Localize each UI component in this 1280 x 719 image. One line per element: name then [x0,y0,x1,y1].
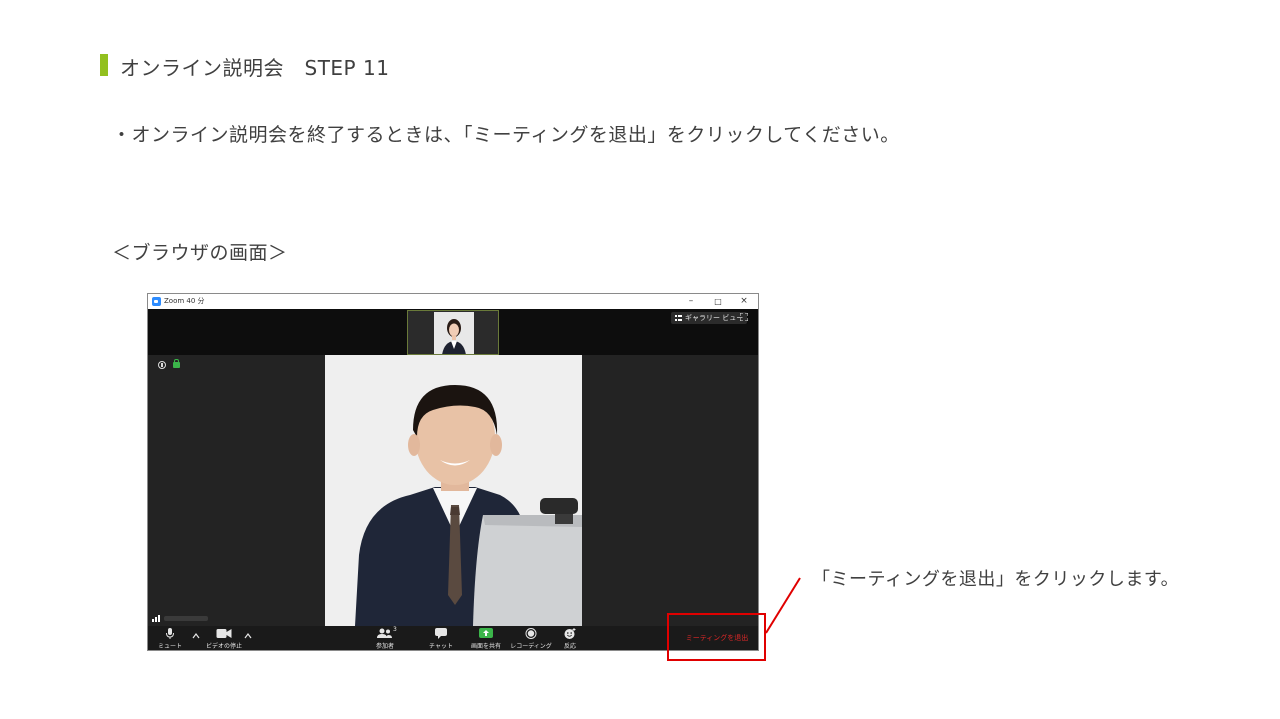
participants-label: 参加者 [375,643,395,650]
video-options-button[interactable] [242,626,254,650]
gallery-view-button[interactable]: ギャラリー ビュー [671,312,748,324]
info-icon[interactable] [158,361,166,369]
leave-button-highlight [667,613,766,661]
participant-thumbnail-image [434,312,474,354]
share-screen-label: 画面を共有 [470,643,502,650]
window-titlebar: Zoom 40 分 – □ × [148,294,758,309]
participant-name-label [164,616,208,621]
participants-icon [377,628,392,638]
chat-button[interactable]: チャット [426,626,456,650]
woman-avatar-icon [434,312,474,354]
video-area [148,355,758,626]
active-speaker-video [325,355,582,626]
reaction-emoji-icon [564,628,576,639]
record-icon [525,628,537,639]
chat-label: チャット [429,643,453,650]
mute-button[interactable]: ミュート [156,626,184,650]
grid-icon [675,315,682,321]
participant-thumbnail[interactable] [407,310,499,355]
microphone-icon [166,628,174,639]
stop-video-label: ビデオの停止 [205,643,243,650]
share-screen-button[interactable]: 画面を共有 [469,626,503,650]
close-button[interactable]: × [733,294,755,309]
fullscreen-icon[interactable] [740,313,748,321]
heading-accent-bar [100,54,108,76]
share-screen-icon [479,628,493,638]
chevron-up-icon [192,633,200,639]
gallery-view-label: ギャラリー ビュー [685,314,744,322]
zoom-window: Zoom 40 分 – □ × ギャラリー ビュー ミュート ビデオの停止 3 … [147,293,759,651]
record-button[interactable]: レコーディング [510,626,552,650]
lock-icon[interactable] [173,359,180,368]
window-title: Zoom 40 分 [164,297,205,305]
participant-count-badge: 3 [393,626,397,633]
record-label: レコーディング [510,643,552,650]
video-camera-icon [216,629,232,638]
zoom-app-icon [152,297,161,306]
chat-bubble-icon [435,628,447,639]
signal-strength-icon [152,615,160,622]
page-title: オンライン説明会 STEP 11 [120,56,390,80]
callout-text: 「ミーティングを退出」をクリックします。 [812,569,1180,590]
maximize-button[interactable]: □ [707,294,729,309]
reactions-button[interactable]: 反応 [558,626,582,650]
thumbnail-strip: ギャラリー ビュー [148,309,758,355]
minimize-button[interactable]: – [680,294,702,309]
reactions-label: 反応 [563,643,577,650]
participants-button[interactable]: 3 参加者 [368,626,402,650]
chevron-up-icon [244,633,252,639]
stop-video-button[interactable]: ビデオの停止 [204,626,244,650]
screen-label: ＜ブラウザの画面＞ [112,242,288,264]
mute-label: ミュート [157,643,183,650]
speaker-image [325,355,582,626]
audio-options-button[interactable] [190,626,202,650]
instruction-text: ・オンライン説明会を終了するときは、「ミーティングを退出」をクリックしてください… [112,124,900,146]
